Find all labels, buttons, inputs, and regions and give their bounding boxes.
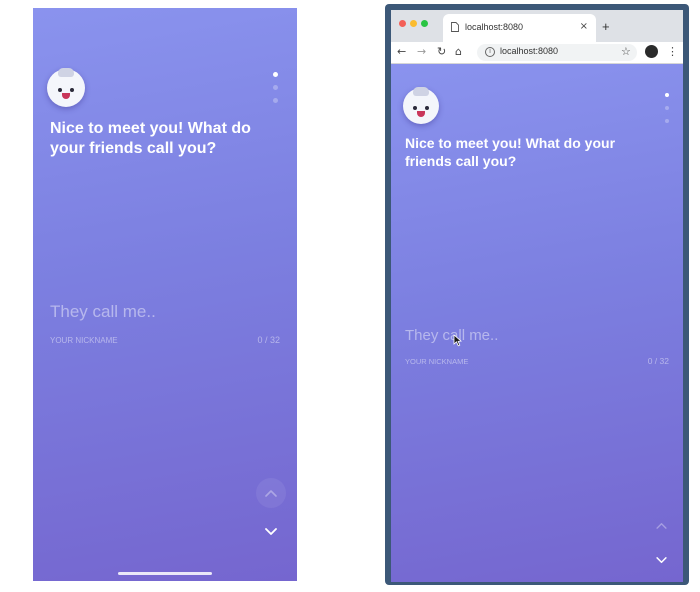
phone-screen: Nice to meet you! What do your friends c… xyxy=(33,8,297,581)
browser-tab[interactable]: localhost:8080 × xyxy=(443,14,596,42)
character-counter: 0 / 32 xyxy=(257,335,280,345)
maximize-window-button[interactable] xyxy=(421,20,428,27)
home-indicator xyxy=(118,572,212,575)
step-dot[interactable] xyxy=(665,119,669,123)
browser-toolbar: ← → ↻ ⌂ i localhost:8080 ☆ ⋮ xyxy=(391,42,683,64)
step-indicator xyxy=(665,93,669,123)
step-dot[interactable] xyxy=(273,98,278,103)
address-bar[interactable]: i localhost:8080 xyxy=(477,44,637,61)
step-dot[interactable] xyxy=(273,85,278,90)
nickname-hint: YOUR NICKNAME xyxy=(50,336,118,345)
new-tab-button[interactable]: + xyxy=(602,19,610,34)
address-url: localhost:8080 xyxy=(500,46,559,56)
nickname-input[interactable] xyxy=(405,327,605,344)
browser-titlebar: localhost:8080 × + xyxy=(391,10,683,42)
question-heading: Nice to meet you! What do your friends c… xyxy=(405,135,616,170)
chevron-down-icon xyxy=(655,556,667,563)
close-window-button[interactable] xyxy=(399,20,406,27)
browser-viewport: Nice to meet you! What do your friends c… xyxy=(391,64,683,582)
mouse-cursor-icon xyxy=(453,334,462,347)
step-indicator xyxy=(273,72,278,103)
browser-window: localhost:8080 × + ← → ↻ ⌂ i localhost:8… xyxy=(385,4,689,585)
previous-button[interactable] xyxy=(648,512,674,538)
info-icon[interactable]: i xyxy=(485,47,495,57)
chevron-up-icon xyxy=(655,522,667,529)
home-icon[interactable]: ⌂ xyxy=(455,45,462,59)
chevron-down-icon xyxy=(265,528,277,535)
nickname-input[interactable] xyxy=(50,302,280,322)
tab-title: localhost:8080 xyxy=(465,22,524,32)
nickname-hint: YOUR NICKNAME xyxy=(405,357,469,366)
next-button[interactable] xyxy=(648,547,674,573)
more-menu-icon[interactable]: ⋮ xyxy=(667,45,678,59)
back-icon[interactable]: ← xyxy=(397,45,406,59)
character-counter: 0 / 32 xyxy=(647,356,669,366)
question-heading: Nice to meet you! What do your friends c… xyxy=(50,120,251,157)
chevron-up-icon xyxy=(265,490,277,497)
next-button[interactable] xyxy=(256,517,286,547)
previous-button[interactable] xyxy=(256,478,286,508)
robot-avatar-icon xyxy=(47,68,85,107)
page-icon xyxy=(451,22,459,32)
robot-avatar-icon xyxy=(403,87,439,124)
bookmark-star-icon[interactable]: ☆ xyxy=(621,45,631,59)
tab-close-icon[interactable]: × xyxy=(580,21,588,32)
profile-avatar[interactable] xyxy=(645,45,658,58)
reload-icon[interactable]: ↻ xyxy=(437,45,446,59)
step-dot[interactable] xyxy=(665,106,669,110)
forward-icon[interactable]: → xyxy=(417,45,426,59)
minimize-window-button[interactable] xyxy=(410,20,417,27)
step-dot[interactable] xyxy=(273,72,278,77)
step-dot[interactable] xyxy=(665,93,669,97)
